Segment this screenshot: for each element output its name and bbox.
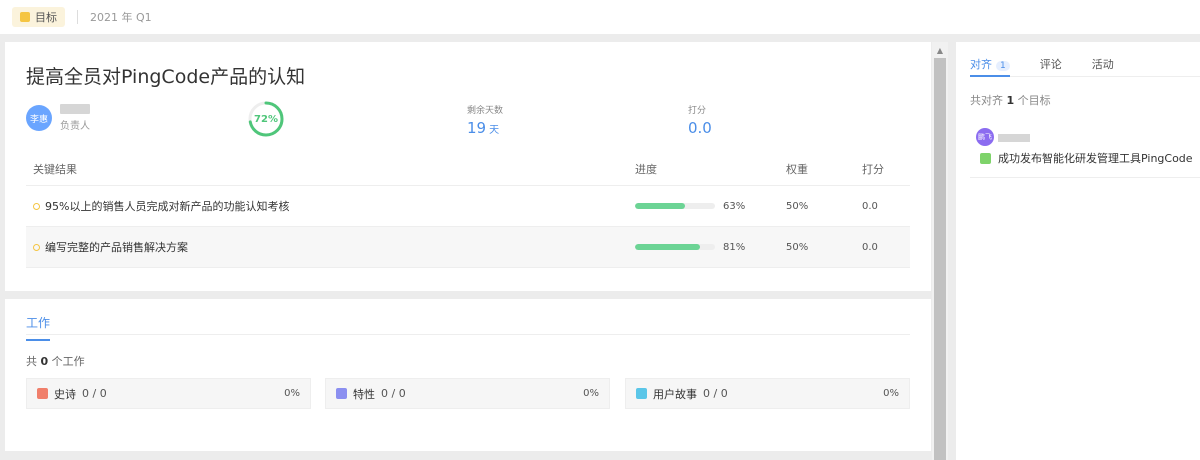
work-type-count: 0 / 0 — [82, 387, 107, 400]
story-icon — [636, 388, 647, 399]
progress-bar-fill — [635, 203, 686, 209]
work-card: 工作 共 0 个工作 史诗 0 / 0 0% 特性 0 / 0 0% 用户故事 … — [5, 299, 931, 451]
tab-align-label: 对齐 — [970, 58, 992, 71]
status-dot-icon — [33, 202, 40, 210]
progress-bar — [635, 244, 715, 250]
scrollbar-thumb[interactable] — [934, 58, 946, 460]
key-result-name[interactable]: 95%以上的销售人员完成对新产品的功能认知考核 — [45, 198, 289, 214]
key-results-header: 关键结果 进度 权重 打分 — [26, 152, 910, 186]
progress-bar — [635, 203, 715, 209]
avatar[interactable]: 李惠 — [26, 105, 52, 131]
remaining-days-label: 剩余天数 — [467, 106, 504, 116]
aligned-total-prefix: 共对齐 — [970, 94, 1003, 107]
aligned-goal-title[interactable]: 成功发布智能化研发管理工具PingCode — [998, 150, 1193, 166]
work-type-epic[interactable]: 史诗 0 / 0 0% — [26, 378, 311, 409]
col-key-result: 关键结果 — [33, 162, 77, 176]
objective-score[interactable]: 打分 0.0 — [688, 103, 712, 137]
work-type-percent: 0% — [583, 388, 599, 399]
objective-card: 提高全员对PingCode产品的认知 李惠 负责人 72% 剩余天数 19 天 打… — [5, 42, 931, 291]
work-type-label: 特性 — [353, 387, 375, 401]
goal-icon — [980, 152, 991, 164]
tab-activity[interactable]: 活动 — [1092, 52, 1114, 76]
work-type-label: 用户故事 — [653, 387, 697, 401]
remaining-days-value: 19 — [467, 119, 487, 137]
work-type-story[interactable]: 用户故事 0 / 0 0% — [625, 378, 910, 409]
objective-title[interactable]: 提高全员对PingCode产品的认知 — [26, 62, 305, 89]
score-value[interactable]: 0.0 — [688, 119, 712, 137]
tab-comments[interactable]: 评论 — [1040, 52, 1062, 76]
owner-name-redacted — [60, 104, 90, 114]
progress-bar-fill — [635, 244, 700, 250]
tab-align[interactable]: 对齐 1 — [970, 52, 1010, 77]
work-total-count: 0 — [40, 355, 49, 368]
col-score: 打分 — [862, 162, 884, 176]
work-type-percent: 0% — [883, 388, 899, 399]
status-dot-icon — [33, 243, 40, 251]
aligned-total-suffix: 个目标 — [1017, 94, 1051, 107]
right-panel: 对齐 1 评论 活动 共对齐 1 个目标 鹏飞 成功发布智能化研发管理工具Ping… — [956, 42, 1200, 460]
tab-divider — [26, 334, 910, 335]
scrollbar[interactable]: ▲ — [932, 42, 948, 460]
aligned-total-count: 1 — [1006, 94, 1015, 107]
score-cell[interactable]: 0.0 — [862, 227, 878, 267]
work-total: 共 0 个工作 — [26, 353, 85, 369]
aligned-goal-item[interactable]: 鹏飞 成功发布智能化研发管理工具PingCode — [970, 124, 1200, 178]
col-weight: 权重 — [786, 162, 808, 176]
avatar[interactable]: 鹏飞 — [976, 128, 994, 146]
breadcrumb-divider — [77, 10, 78, 24]
table-row[interactable]: 95%以上的销售人员完成对新产品的功能认知考核 63% 50% 0.0 — [26, 186, 910, 227]
breadcrumb-label: 目标 — [35, 11, 57, 24]
top-bar: 目标 2021 年 Q1 — [0, 0, 1200, 34]
progress-value: 81% — [723, 241, 746, 253]
progress-value: 63% — [723, 200, 746, 212]
aligned-owner-name-redacted — [998, 134, 1030, 142]
work-type-count: 0 / 0 — [703, 387, 728, 400]
remaining-days-unit: 天 — [489, 125, 500, 136]
epic-icon — [37, 388, 48, 399]
col-progress: 进度 — [635, 162, 657, 176]
main-content: 提高全员对PingCode产品的认知 李惠 负责人 72% 剩余天数 19 天 打… — [5, 42, 931, 460]
objective-icon — [20, 12, 30, 22]
table-row[interactable]: 编写完整的产品销售解决方案 81% 50% 0.0 — [26, 227, 910, 268]
remaining-days: 剩余天数 19 天 — [467, 103, 503, 137]
count-badge: 1 — [996, 61, 1010, 71]
objective-breadcrumb[interactable]: 目标 — [12, 7, 65, 27]
right-panel-tabs: 对齐 1 评论 活动 — [970, 52, 1200, 77]
key-result-name[interactable]: 编写完整的产品销售解决方案 — [45, 239, 188, 255]
feature-icon — [336, 388, 347, 399]
score-label: 打分 — [688, 106, 707, 116]
weight-value: 50% — [786, 241, 809, 253]
work-total-suffix: 个工作 — [51, 355, 85, 368]
work-total-prefix: 共 — [26, 355, 37, 368]
work-type-count: 0 / 0 — [381, 387, 406, 400]
scroll-up-arrow-icon[interactable]: ▲ — [932, 42, 948, 58]
progress-ring-label: 72% — [254, 113, 278, 125]
work-type-percent: 0% — [284, 388, 300, 399]
progress-ring: 72% — [247, 100, 285, 138]
owner[interactable]: 李惠 负责人 — [26, 104, 90, 132]
tab-work[interactable]: 工作 — [26, 314, 51, 341]
work-type-feature[interactable]: 特性 0 / 0 0% — [325, 378, 610, 409]
period-label[interactable]: 2021 年 Q1 — [90, 9, 152, 25]
aligned-total: 共对齐 1 个目标 — [970, 92, 1051, 108]
owner-role-label: 负责人 — [60, 121, 90, 132]
work-type-label: 史诗 — [54, 387, 76, 401]
score-cell[interactable]: 0.0 — [862, 186, 878, 226]
weight-value: 50% — [786, 200, 809, 212]
